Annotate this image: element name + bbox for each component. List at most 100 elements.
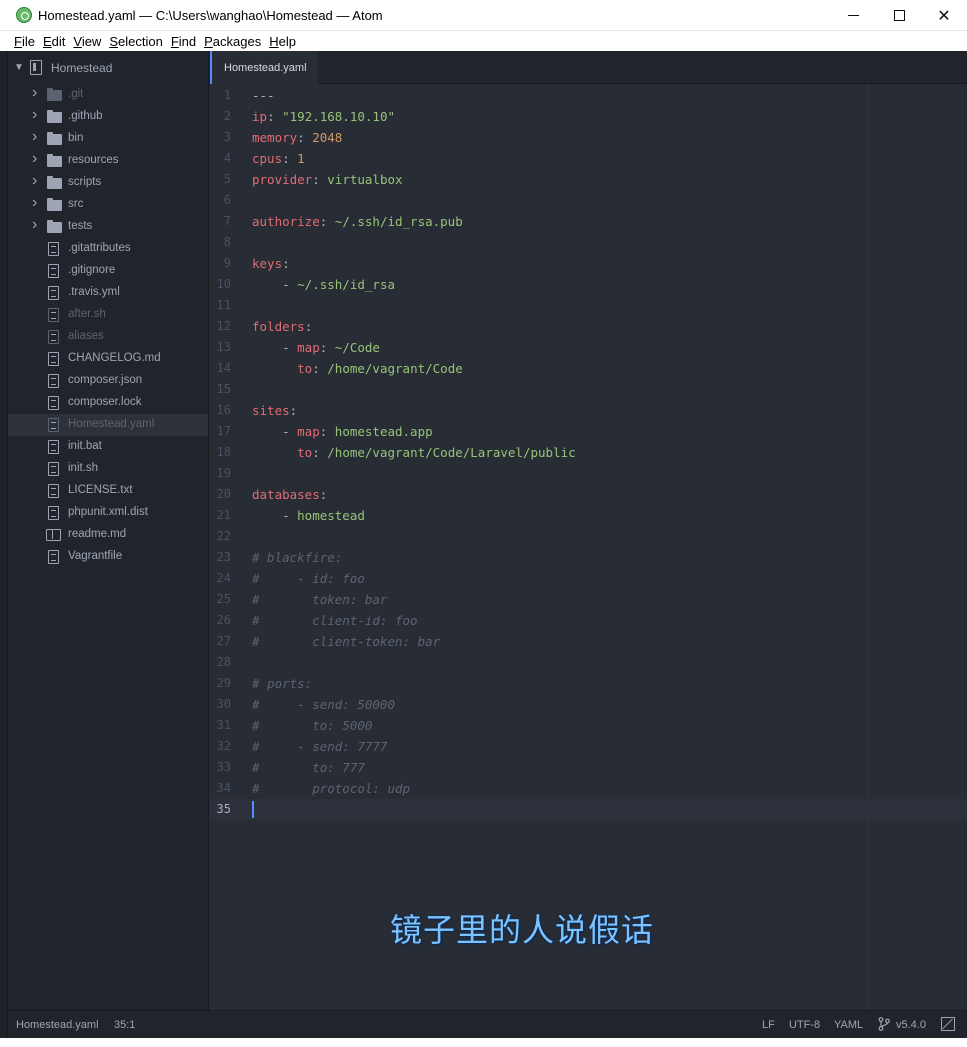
code-line[interactable]: 29 # ports: (209, 673, 967, 694)
code-line[interactable]: 14 to: /home/vagrant/Code (209, 358, 967, 379)
tree-item-changelog-md[interactable]: CHANGELOG.md (8, 348, 208, 370)
status-cursor-position[interactable]: 35:1 (114, 1019, 135, 1031)
code-line[interactable]: 31 # to: 5000 (209, 715, 967, 736)
code-token: # to: 777 (252, 760, 365, 775)
code-line[interactable]: 15 (209, 379, 967, 400)
code-line[interactable]: 32 # - send: 7777 (209, 736, 967, 757)
menu-label: ile (21, 33, 35, 49)
status-version[interactable]: v5.4.0 (896, 1019, 926, 1031)
menu-item-selection[interactable]: Selection (109, 34, 162, 49)
line-number: 15 (216, 382, 231, 396)
menu-accelerator: H (269, 33, 279, 49)
code-line[interactable]: 28 (209, 652, 967, 673)
tree-item-composer-lock[interactable]: composer.lock (8, 392, 208, 414)
tab-homestead-yaml[interactable]: Homestead.yaml (210, 51, 318, 84)
code-line[interactable]: 11 (209, 295, 967, 316)
tree-item-dot-gitattributes[interactable]: .gitattributes (8, 238, 208, 260)
status-grammar[interactable]: YAML (834, 1019, 863, 1031)
menu-item-view[interactable]: View (73, 34, 101, 49)
code-line[interactable]: 13 - map: ~/Code (209, 337, 967, 358)
code-text: --- (252, 85, 275, 106)
code-line[interactable]: 22 (209, 526, 967, 547)
code-text: keys: (252, 253, 290, 274)
code-line[interactable]: 21 - homestead (209, 505, 967, 526)
file-icon (48, 374, 59, 388)
code-text: - map: ~/Code (252, 337, 380, 358)
tree-item-phpunit-xml-dist[interactable]: phpunit.xml.dist (8, 502, 208, 524)
code-line[interactable]: 2 ip: "192.168.10.10" (209, 106, 967, 127)
tree-item-after-sh[interactable]: after.sh (8, 304, 208, 326)
menu-item-find[interactable]: Find (171, 34, 196, 49)
tree-item-dot-travis-yml[interactable]: .travis.yml (8, 282, 208, 304)
tree-item-license-txt[interactable]: LICENSE.txt (8, 480, 208, 502)
code-line[interactable]: 33 # to: 777 (209, 757, 967, 778)
code-line[interactable]: 17 - map: homestead.app (209, 421, 967, 442)
tree-item-homestead-yaml[interactable]: Homestead.yaml (8, 414, 208, 436)
close-button[interactable]: ✕ (921, 0, 967, 31)
line-number: 17 (216, 424, 231, 438)
code-line[interactable]: 20 databases: (209, 484, 967, 505)
tree-item-tests[interactable]: › tests (8, 216, 208, 238)
code-line[interactable]: 8 (209, 232, 967, 253)
status-encoding[interactable]: UTF-8 (789, 1019, 820, 1031)
code-line[interactable]: 26 # client-id: foo (209, 610, 967, 631)
status-line-ending[interactable]: LF (762, 1019, 775, 1031)
tree-item-composer-json[interactable]: composer.json (8, 370, 208, 392)
menu-item-packages[interactable]: Packages (204, 34, 261, 49)
maximize-button[interactable] (876, 0, 922, 31)
tree-item-init-bat[interactable]: init.bat (8, 436, 208, 458)
minimize-button[interactable] (830, 0, 876, 31)
code-line[interactable]: 19 (209, 463, 967, 484)
file-icon (48, 506, 59, 520)
code-text: databases: (252, 484, 327, 505)
code-line[interactable]: 3 memory: 2048 (209, 127, 967, 148)
tree-item-readme-md[interactable]: readme.md (8, 524, 208, 546)
code-line[interactable]: 34 # protocol: udp (209, 778, 967, 799)
code-line[interactable]: 23 # blackfire: (209, 547, 967, 568)
chevron-right-icon: › (32, 216, 38, 233)
menu-item-help[interactable]: Help (269, 34, 296, 49)
code-token: ~/.ssh/id_rsa.pub (334, 214, 463, 229)
tree-item-dot-gitignore[interactable]: .gitignore (8, 260, 208, 282)
folder-icon (47, 220, 62, 233)
tree-item-label: aliases (68, 330, 104, 342)
tree-item-bin[interactable]: › bin (8, 128, 208, 150)
tree-item-src[interactable]: › src (8, 194, 208, 216)
tree-item-resources[interactable]: › resources (8, 150, 208, 172)
code-line[interactable]: 30 # - send: 50000 (209, 694, 967, 715)
tree-item-init-sh[interactable]: init.sh (8, 458, 208, 480)
status-file-name[interactable]: Homestead.yaml (16, 1019, 99, 1031)
code-line[interactable]: 6 (209, 190, 967, 211)
code-token: ~/Code (334, 340, 380, 355)
folder-icon (47, 132, 62, 145)
tree-item-dot-git[interactable]: › .git (8, 84, 208, 106)
code-line[interactable]: 9 keys: (209, 253, 967, 274)
code-line[interactable]: 25 # token: bar (209, 589, 967, 610)
code-token: /home/vagrant/Code/Laravel/public (327, 445, 576, 460)
code-text: memory: 2048 (252, 127, 342, 148)
tree-item-aliases[interactable]: aliases (8, 326, 208, 348)
edit-icon[interactable] (941, 1017, 955, 1031)
code-line[interactable]: 10 - ~/.ssh/id_rsa (209, 274, 967, 295)
menu-bar: File Edit View Selection Find Packages Help (0, 31, 967, 51)
code-line[interactable]: 24 # - id: foo (209, 568, 967, 589)
code-line[interactable]: 12 folders: (209, 316, 967, 337)
code-token: - (252, 277, 298, 292)
code-line[interactable]: 16 sites: (209, 400, 967, 421)
tree-item-vagrantfile[interactable]: Vagrantfile (8, 546, 208, 568)
tree-root-homestead[interactable]: ▼ Homestead (8, 57, 208, 79)
code-line[interactable]: 4 cpus: 1 (209, 148, 967, 169)
menu-item-edit[interactable]: Edit (43, 34, 65, 49)
code-line[interactable]: 35 (209, 799, 967, 820)
text-editor[interactable]: 1 --- 2 ip: "192.168.10.10" 3 memory: 2048 4 cp… (209, 84, 967, 1010)
chevron-down-icon: ▼ (14, 62, 24, 73)
tree-item-dot-github[interactable]: › .github (8, 106, 208, 128)
menu-item-file[interactable]: File (14, 34, 35, 49)
tree-item-scripts[interactable]: › scripts (8, 172, 208, 194)
menu-accelerator: E (42, 33, 52, 49)
code-line[interactable]: 1 --- (209, 85, 967, 106)
code-line[interactable]: 7 authorize: ~/.ssh/id_rsa.pub (209, 211, 967, 232)
code-line[interactable]: 5 provider: virtualbox (209, 169, 967, 190)
code-line[interactable]: 18 to: /home/vagrant/Code/Laravel/public (209, 442, 967, 463)
code-line[interactable]: 27 # client-token: bar (209, 631, 967, 652)
